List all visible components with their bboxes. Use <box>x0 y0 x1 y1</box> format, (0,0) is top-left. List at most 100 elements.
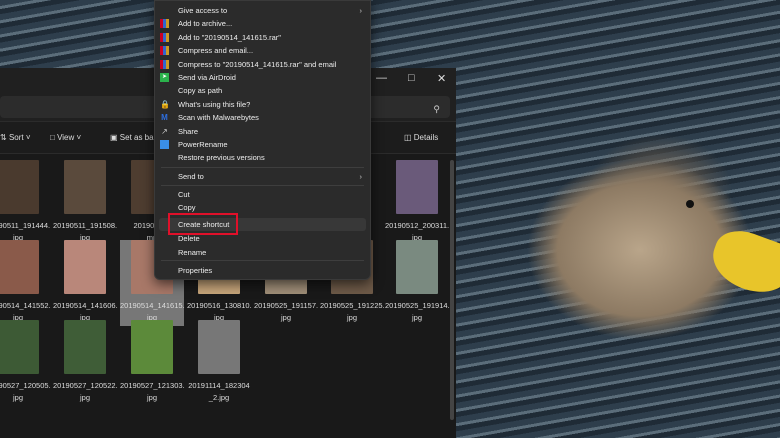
file-extension: _2.jpg <box>208 393 230 402</box>
file-name: 20190527_121303. <box>120 381 185 390</box>
menu-item-label: Restore previous versions <box>178 153 265 163</box>
context-menu: Give access to › Add to archive... Add to "… <box>154 0 371 280</box>
search-icon[interactable]: ⚲ <box>433 104 440 115</box>
file-name: 20190527_120505. <box>0 381 51 390</box>
file-name: 20190516_130810. <box>187 301 252 310</box>
menu-item-label: Scan with Malwarebytes <box>178 113 259 123</box>
menu-item[interactable]: PowerRename <box>155 138 370 151</box>
winrar-icon <box>160 19 169 29</box>
menu-item[interactable]: Give access to › <box>155 4 370 17</box>
menu-item-label: Copy <box>178 203 196 212</box>
file-name: 20190511_191508. <box>53 221 118 230</box>
menu-item[interactable]: M Scan with Malwarebytes <box>155 111 370 124</box>
menu-item[interactable]: Add to archive... <box>155 17 370 30</box>
chevron-right-icon: › <box>359 6 363 15</box>
menu-item-label: Cut <box>178 190 190 199</box>
file-extension: jpg <box>280 313 291 322</box>
file-name: 20190514_141615. <box>120 301 185 310</box>
lock-icon: 🔒 <box>160 99 170 109</box>
winrar-icon <box>160 32 169 42</box>
file-item[interactable]: 20190514_141552. jpg <box>0 240 51 324</box>
menu-item-label: Send to <box>178 172 204 181</box>
file-name: 20190514_141552. <box>0 301 51 310</box>
file-thumbnail <box>64 160 106 214</box>
menu-item-label: Properties <box>178 266 213 275</box>
winrar-icon <box>160 46 169 56</box>
menu-item[interactable]: Copy as path <box>155 84 370 97</box>
menu-item[interactable]: Add to "20190514_141615.rar" <box>155 31 370 44</box>
chevron-right-icon: › <box>359 172 363 181</box>
menu-item-label: What's using this file? <box>178 99 251 109</box>
highlight-annotation <box>168 213 238 235</box>
file-name: 20190527_120522. <box>53 381 118 390</box>
duck-eye <box>686 200 694 208</box>
file-name: 20190525_191157. <box>254 301 319 310</box>
share-icon: ↗ <box>161 126 168 136</box>
menu-item-label: Copy as path <box>178 86 223 96</box>
details-label: Details <box>413 133 439 142</box>
file-extension: jpg <box>12 393 23 402</box>
maximize-icon[interactable]: □ <box>408 72 415 84</box>
menu-item-cut[interactable]: Cut <box>155 188 370 201</box>
view-label: View <box>57 133 75 142</box>
file-item[interactable]: 20190511_191508. jpg <box>53 160 117 244</box>
malwarebytes-icon: M <box>161 113 168 123</box>
file-extension: jpg <box>411 313 422 322</box>
menu-item[interactable]: ➤ Send via AirDroid <box>155 71 370 84</box>
file-item[interactable]: 20190511_191444. jpg <box>0 160 50 244</box>
set-as-label: Set as ba <box>119 133 154 142</box>
menu-item[interactable]: Compress to "20190514_141615.rar" and em… <box>155 58 370 71</box>
file-item[interactable]: 20190525_191914. jpg <box>385 240 450 324</box>
file-item[interactable]: 20190527_120505. jpg <box>0 320 51 404</box>
file-item[interactable]: 20191114_182304 _2.jpg <box>187 320 251 404</box>
file-name: 20190525_191914. <box>385 301 450 310</box>
menu-item[interactable]: Restore previous versions <box>155 151 370 164</box>
menu-item-label: Rename <box>178 248 207 257</box>
file-name: 20190514_141606. <box>53 301 118 310</box>
file-thumbnail <box>64 240 106 294</box>
menu-item-label: PowerRename <box>178 140 228 149</box>
powerrename-icon <box>160 140 169 149</box>
menu-item-send-to[interactable]: Send to › <box>155 170 370 183</box>
file-extension: jpg <box>79 393 90 402</box>
menu-item-properties[interactable]: Properties <box>155 264 370 277</box>
menu-item-rename[interactable]: Rename <box>155 246 370 259</box>
menu-separator <box>161 185 364 186</box>
sort-button[interactable]: ⇅ Sort ˅ <box>0 133 31 142</box>
file-thumbnail <box>396 160 438 214</box>
close-icon[interactable]: ✕ <box>437 72 446 85</box>
set-as-background-button[interactable]: ▣ Set as ba <box>110 133 154 142</box>
menu-item-label: Add to archive... <box>178 19 233 29</box>
view-button[interactable]: □ View ˅ <box>50 133 81 142</box>
file-thumbnail <box>0 320 39 374</box>
file-thumbnail <box>131 320 173 374</box>
file-thumbnail <box>396 240 438 294</box>
file-thumbnail <box>64 320 106 374</box>
sort-label: Sort <box>8 133 24 142</box>
file-extension: jpg <box>146 393 157 402</box>
scrollbar[interactable] <box>450 160 454 420</box>
file-item[interactable]: 20190512_200311. jpg <box>385 160 449 244</box>
menu-item[interactable]: ↗ Share <box>155 125 370 138</box>
file-item[interactable]: 20190514_141606. jpg <box>53 240 118 324</box>
file-item[interactable]: 20190527_120522. jpg <box>53 320 118 404</box>
file-thumbnail <box>0 240 39 294</box>
winrar-icon <box>160 59 169 69</box>
menu-item[interactable]: Compress and email... <box>155 44 370 57</box>
minimize-icon[interactable]: — <box>376 72 387 84</box>
menu-item-label: Share <box>178 126 199 136</box>
file-thumbnail <box>198 320 240 374</box>
file-name: 20191114_182304 <box>188 381 250 390</box>
file-item[interactable]: 20190527_121303. jpg <box>120 320 185 404</box>
file-thumbnail <box>0 160 39 214</box>
details-button[interactable]: ◫ Details <box>404 133 438 142</box>
menu-separator <box>161 167 364 168</box>
menu-item-label: Compress and email... <box>178 46 254 56</box>
file-name: 20190525_191225. <box>320 301 385 310</box>
file-name: 20190511_191444. <box>0 221 51 230</box>
menu-item-label: Compress to "20190514_141615.rar" and em… <box>178 59 337 69</box>
airdroid-icon: ➤ <box>160 73 169 82</box>
file-name: 20190512_200311. <box>385 221 450 230</box>
menu-separator <box>161 260 364 261</box>
menu-item[interactable]: 🔒 What's using this file? <box>155 98 370 111</box>
